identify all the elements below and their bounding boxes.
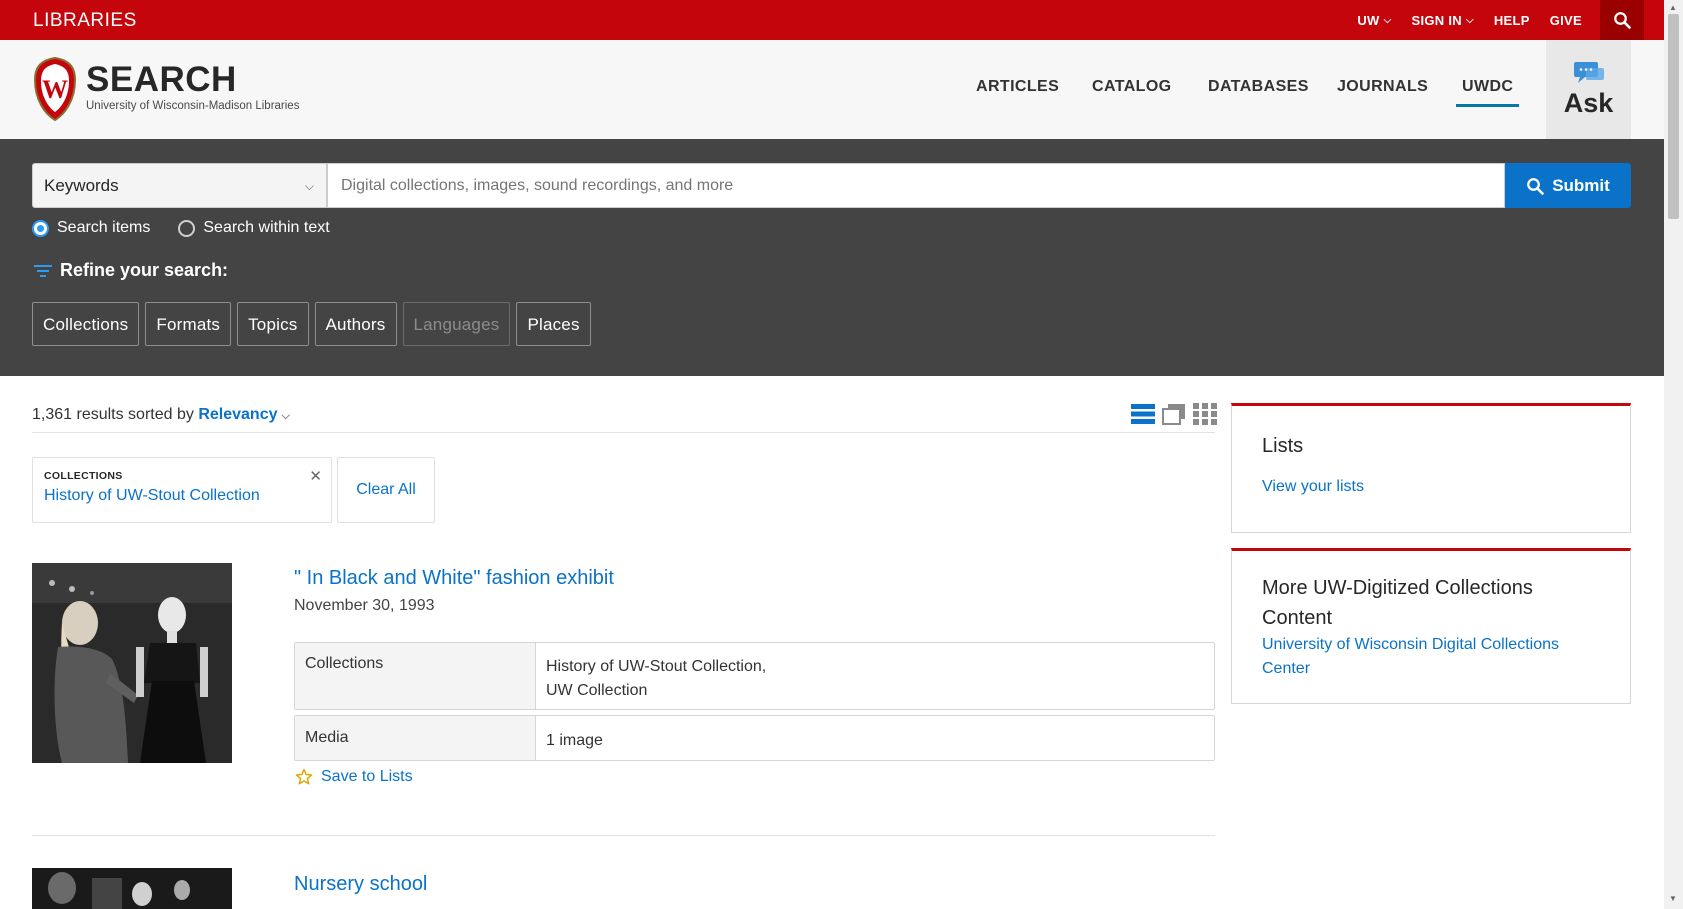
uw-menu-label: UW (1357, 12, 1380, 28)
scroll-down-arrow[interactable]: ▼ (1669, 894, 1677, 903)
more-collections-title: More UW-Digitized Collections Content (1262, 573, 1600, 633)
top-bar: LIBRARIES UW ⌵ SIGN IN ⌵ HELP GIVE (0, 0, 1664, 40)
result-date: November 30, 1993 (294, 597, 435, 614)
sign-in-menu[interactable]: SIGN IN ⌵ (1411, 13, 1473, 28)
star-icon (295, 768, 313, 785)
help-link[interactable]: HELP (1494, 13, 1530, 28)
page-scrollbar[interactable]: ▲ ▼ (1664, 0, 1683, 909)
chevron-down-icon: ⌵ (281, 410, 290, 422)
close-icon[interactable]: ✕ (309, 467, 322, 485)
chevron-down-icon: ⌵ (304, 179, 314, 193)
grid-view-icon[interactable] (1193, 403, 1217, 430)
metadata-value: History of UW-Stout Collection, UW Colle… (536, 643, 776, 709)
sort-dropdown[interactable]: Relevancy ⌵ (198, 406, 290, 423)
submit-label: Submit (1552, 175, 1610, 195)
gallery-view-icon[interactable] (1162, 403, 1186, 430)
collection-line: History of UW-Stout Collection, (546, 658, 767, 675)
divider (32, 835, 1215, 836)
uw-menu[interactable]: UW ⌵ (1357, 13, 1391, 28)
more-title-line: Content (1262, 607, 1333, 629)
sort-label: Relevancy (198, 406, 278, 423)
more-title-line: More UW-Digitized Collections (1262, 577, 1533, 599)
uwdc-link-line: University of Wisconsin Digital Collecti… (1262, 636, 1559, 653)
radio-search-within-text[interactable]: Search within text (178, 219, 330, 237)
sign-in-label: SIGN IN (1411, 12, 1462, 28)
result-title-link[interactable]: " In Black and White" fashion exhibit (294, 567, 614, 590)
site-subtitle: University of Wisconsin-Madison Librarie… (86, 100, 300, 112)
chevron-down-icon: ⌵ (1383, 14, 1392, 26)
radio-search-items[interactable]: Search items (32, 219, 150, 237)
lists-title: Lists (1262, 435, 1304, 457)
nav-journals[interactable]: JOURNALS (1337, 78, 1428, 96)
search-scope-value: Keywords (44, 176, 119, 195)
search-scope-select[interactable]: Keywords ⌵ (32, 163, 327, 208)
facet-formats[interactable]: Formats (145, 302, 232, 346)
result-title-link[interactable]: Nursery school (294, 873, 427, 896)
save-label: Save to Lists (321, 768, 413, 785)
utility-nav: UW ⌵ SIGN IN ⌵ HELP GIVE (1337, 0, 1644, 40)
nursery-school-photo (32, 868, 232, 909)
uw-crest-logo[interactable]: W (32, 56, 78, 122)
refine-label: Refine your search: (60, 260, 229, 280)
radio-label: Search within text (203, 219, 330, 236)
view-switcher (1124, 403, 1217, 430)
top-search-button[interactable] (1600, 0, 1644, 40)
search-icon (1614, 12, 1631, 29)
site-title[interactable]: SEARCH (86, 60, 237, 100)
scrollbar-thumb[interactable] (1668, 14, 1679, 219)
radio-checked (32, 219, 49, 237)
divider (32, 432, 1215, 433)
active-filter-chip: COLLECTIONS History of UW-Stout Collecti… (32, 457, 332, 523)
filter-value[interactable]: History of UW-Stout Collection (44, 487, 320, 505)
refine-heading: Refine your search: (34, 260, 228, 281)
metadata-label: Collections (295, 643, 536, 709)
nav-articles[interactable]: ARTICLES (976, 78, 1059, 96)
nav-catalog[interactable]: CATALOG (1092, 78, 1172, 96)
facet-collections[interactable]: Collections (32, 302, 140, 346)
ask-label: Ask (1563, 88, 1614, 118)
metadata-row-media: Media 1 image (294, 715, 1215, 761)
result-thumbnail[interactable] (32, 563, 232, 763)
filter-icon (34, 264, 52, 277)
submit-button[interactable]: Submit (1505, 163, 1631, 208)
ask-button[interactable]: Ask (1546, 40, 1631, 139)
result-thumbnail[interactable] (32, 868, 232, 909)
metadata-label: Media (295, 716, 536, 760)
nav-databases[interactable]: DATABASES (1208, 78, 1309, 96)
fashion-exhibit-photo (32, 563, 232, 763)
radio-label: Search items (57, 219, 151, 236)
libraries-home-link[interactable]: LIBRARIES (33, 10, 137, 32)
chevron-down-icon: ⌵ (1465, 14, 1474, 26)
facet-buttons: Collections Formats Topics Authors Langu… (32, 302, 597, 346)
search-input[interactable] (327, 163, 1505, 208)
nav-uwdc[interactable]: UWDC (1455, 78, 1520, 107)
chat-bubble-icon (1573, 62, 1604, 83)
search-icon (1527, 177, 1544, 195)
clear-all-button[interactable]: Clear All (337, 457, 435, 523)
filter-category: COLLECTIONS (44, 470, 123, 482)
radio-unchecked (178, 219, 196, 237)
facet-languages: Languages (402, 302, 511, 346)
more-collections-card: More UW-Digitized Collections Content Un… (1231, 548, 1631, 704)
collection-line: UW Collection (546, 682, 648, 699)
facet-topics[interactable]: Topics (237, 302, 309, 346)
results-count: 1,361 results sorted by (32, 406, 194, 423)
facet-authors[interactable]: Authors (314, 302, 397, 346)
facet-places[interactable]: Places (516, 302, 591, 346)
list-view-icon[interactable] (1131, 403, 1155, 430)
uwdc-link[interactable]: University of Wisconsin Digital Collecti… (1262, 633, 1600, 681)
save-to-lists-button[interactable]: Save to Lists (295, 768, 413, 786)
lists-card: Lists View your lists (1231, 403, 1631, 533)
search-panel: Keywords ⌵ Submit Search items Search wi… (0, 139, 1664, 376)
view-lists-link[interactable]: View your lists (1262, 475, 1600, 499)
svg-text:W: W (42, 75, 68, 104)
uwdc-link-line: Center (1262, 660, 1311, 677)
scroll-up-arrow[interactable]: ▲ (1669, 3, 1677, 12)
results-summary: 1,361 results sorted by Relevancy ⌵ (32, 406, 290, 424)
give-link[interactable]: GIVE (1550, 13, 1582, 28)
metadata-value: 1 image (546, 732, 603, 749)
metadata-row-collections: Collections History of UW-Stout Collecti… (294, 642, 1215, 710)
site-header: W SEARCH University of Wisconsin-Madison… (0, 40, 1664, 139)
search-mode-group: Search items Search within text (32, 219, 358, 237)
